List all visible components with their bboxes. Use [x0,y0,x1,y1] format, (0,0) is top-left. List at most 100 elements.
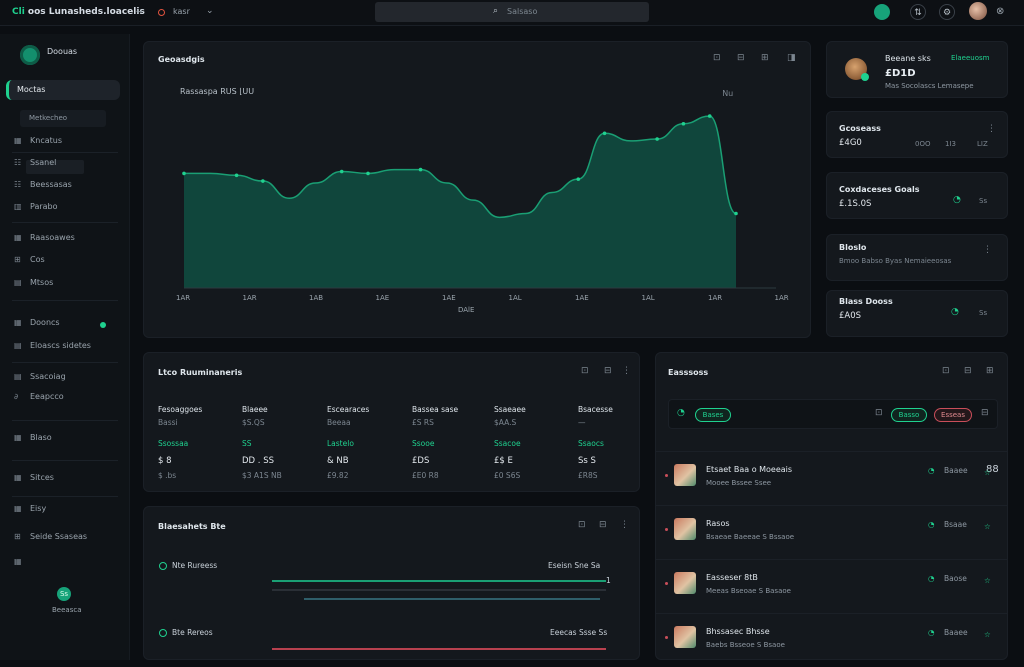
refresh-icon[interactable]: ◔ [677,408,685,418]
table-cell: £DS [412,456,430,466]
sidebar-item[interactable]: ▤ Eloascs sidetes [14,341,91,350]
sidebar-item[interactable]: ☷ Beessasas [14,180,72,189]
expand-icon[interactable]: ⊡ [942,366,950,376]
chevron-down-icon[interactable]: ⌄ [206,6,214,16]
sidebar-item[interactable]: ▦ Eisy [14,504,46,513]
sidebar-subitem[interactable]: Metkecheo [20,110,106,127]
filter-pill[interactable]: Bases [695,408,731,422]
close-icon[interactable]: ⊗ [996,6,1004,17]
sidebar-item-icon: ▦ [14,504,22,513]
thumbnail-image[interactable] [674,626,696,648]
data-point[interactable] [418,167,423,172]
sidebar-item[interactable]: ▦ Dooncs [14,318,60,327]
data-point[interactable] [655,137,659,141]
list-item[interactable]: Etsaet Baa o Moeeais Mooee Bssee Ssee ◔ Baa… [656,451,1008,505]
expand-icon[interactable]: ⊡ [713,53,721,63]
progress-label: Bte Rereos [172,628,213,637]
progress-fill [272,648,606,650]
search-placeholder: Salsaso [507,7,538,16]
thumbnail-image[interactable] [674,464,696,486]
more-icon[interactable]: ⋮ [620,520,629,530]
sidebar-item[interactable]: ▦ [14,557,30,566]
search-input[interactable]: ⌕ Salsaso [375,2,649,22]
sidebar-item-active[interactable]: Moctas [6,80,120,100]
more-icon[interactable]: ⋮ [987,124,996,134]
thumbnail-image[interactable] [674,572,696,594]
sidebar-item[interactable]: ▦ Blaso [14,433,52,442]
data-point[interactable] [576,177,581,181]
expand-icon[interactable]: ⊡ [578,520,586,530]
app-title[interactable]: Cli oos Lunasheds.loacelis [12,7,145,17]
table-card: Ltco Ruuminaneris ⊡ ⊟ ⋮ Fesoaggoes Blaeee… [143,352,640,492]
profile-link[interactable]: Elaeeuosm [951,54,989,62]
sidebar-item-label: Kncatus [30,136,62,145]
app-logo[interactable] [20,45,40,65]
sidebar-item[interactable]: ▤ Ssacoiag [14,372,66,381]
sidebar-item[interactable]: ⊞ Cos [14,255,45,264]
export-icon[interactable]: ⊟ [981,408,989,418]
sidebar-item[interactable]: ▥ Parabo [14,202,58,211]
filter-icon[interactable]: ⊟ [604,366,612,376]
sidebar-item[interactable]: ▦ Kncatus [14,136,62,145]
data-point[interactable] [602,131,607,136]
sidebar-item-label: Parabo [30,202,58,211]
sidebar-divider [12,152,118,153]
progress-card: Blaesahets Bte ⊡ ⊟ ⋮ Nte Rureess Eseisn … [143,506,640,660]
grid-icon[interactable]: ⊞ [986,366,994,376]
action-icon[interactable]: ☆ [984,630,991,639]
progress-value: Eseisn Sne Sa [548,561,601,570]
sidebar-item-label: Dooncs [30,318,60,327]
thumbnail-image[interactable] [674,518,696,540]
data-point[interactable] [366,171,370,176]
overview-title: Geoasdgis [158,55,205,64]
data-point[interactable] [234,173,239,178]
list-item[interactable]: Rasos Bsaeae Baeeae S Bssaoe ◔ Bsaae ☆ [656,505,1008,559]
list-item[interactable]: Easseser 8tB Meeas Bseoae S Basaoe ◔ Baose ☆ [656,559,1008,613]
swap-icon[interactable]: ↔ [136,7,143,16]
sidebar-item[interactable]: ▦ Raasoawes [14,233,75,242]
sidebar-toggle-icon[interactable]: ◨ [787,53,796,63]
legend-item[interactable]: Nu [722,89,733,98]
stat-sub: Bmoo Babso Byas Nemaieeosas [839,257,952,265]
status-icon[interactable] [874,4,890,20]
action-icon[interactable]: ☆ [984,468,991,477]
more-icon[interactable]: ⋮ [983,245,992,255]
settings-icon[interactable]: ⚙ [939,4,955,20]
user-avatar[interactable] [969,2,987,20]
activity-icon[interactable]: ◔ [928,628,935,637]
sidebar-item-icon: ▦ [14,318,22,327]
data-point[interactable] [681,121,686,126]
more-icon[interactable]: ⋮ [622,366,631,376]
data-point[interactable] [707,114,712,118]
sidebar-item[interactable]: ⊞ Seide Ssaseas [14,532,87,541]
activity-icon[interactable]: ◔ [928,520,935,529]
data-point[interactable] [261,179,265,183]
action-icon[interactable]: ☆ [984,522,991,531]
sidebar-item[interactable]: ∂ Eeapcco [14,392,64,401]
data-point[interactable] [339,169,344,174]
calendar-icon[interactable]: ⊡ [875,408,883,418]
data-point[interactable] [182,171,186,176]
data-point[interactable] [734,211,738,216]
filter-pill[interactable]: Esseas [934,408,972,422]
notifications-icon[interactable]: ⇅ [910,4,926,20]
profile-avatar[interactable] [845,58,869,81]
help-icon[interactable]: Ss [57,587,71,601]
action-icon[interactable]: ☆ [984,576,991,585]
activity-icon[interactable]: ◔ [928,574,935,583]
expand-icon[interactable]: ⊡ [581,366,589,376]
activity-icon[interactable]: ◔ [928,466,935,475]
sidebar: Doouas Moctas Metkecheo ▦ Kncatus ☷ Ssanel ☷… [0,34,130,660]
list-item[interactable]: Bhssasec Bhsse Baebs Bsseoe S Bsaoe ◔ Baaee… [656,613,1008,667]
profile-value: £D1D [885,68,916,79]
sidebar-item[interactable]: ▦ Sitces [14,473,54,482]
workspace-selector[interactable]: kasr [173,7,190,16]
filter-icon[interactable]: ⊟ [964,366,972,376]
grid-icon[interactable]: ⊞ [761,53,769,63]
filter-icon[interactable]: ⊟ [737,53,745,63]
sidebar-item[interactable]: ▤ Mtsos [14,278,53,287]
filter-icon[interactable]: ⊟ [599,520,607,530]
filter-pill[interactable]: Basso [891,408,927,422]
sidebar-item[interactable]: ☷ Ssanel [14,158,56,167]
activity-title: Bhssasec Bhsse [706,627,770,636]
